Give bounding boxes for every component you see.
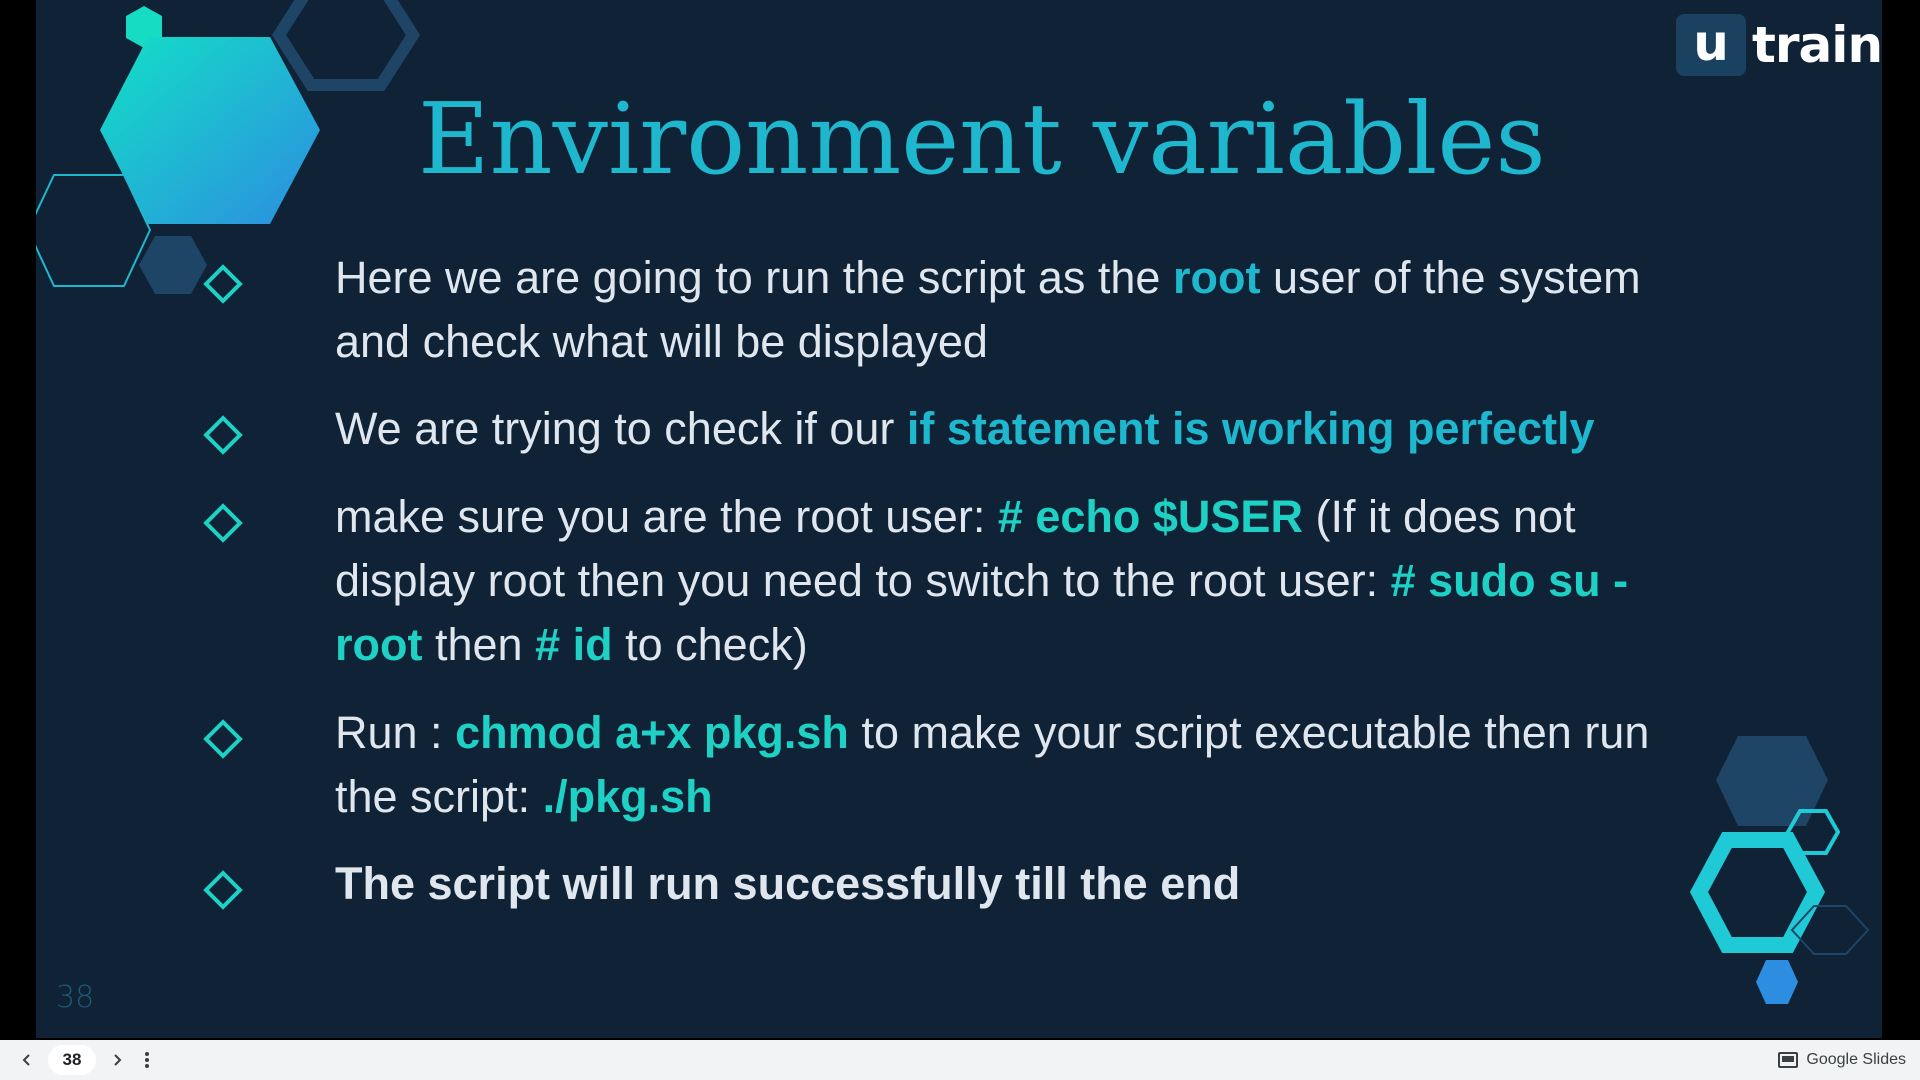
thin-navy-outline-hexagon [1790,905,1870,955]
diamond-bullet-icon [203,264,243,304]
bullet-item: Run : chmod a+x pkg.sh to make your scri… [198,701,1658,829]
slide-canvas: Environment variables u train Here we ar… [36,0,1882,1038]
bullet-item: Here we are going to run the script as t… [198,246,1658,374]
utrain-logo: u train [1676,14,1882,76]
more-vertical-icon[interactable] [132,1045,162,1075]
logo-text: train [1752,16,1882,74]
google-slides-brand[interactable]: Google Slides [1778,1040,1906,1080]
text-segment: Here we are going to run the script as t… [335,252,1173,303]
highlight-if-statement: if statement is working perfectly [906,403,1595,454]
bullet-text: Run : chmod a+x pkg.sh to make your scri… [335,701,1658,829]
text-segment: Run : [335,707,456,758]
thin-outline-hexagon [36,174,152,287]
bullet-item: The script will run successfully till th… [198,852,1658,916]
small-navy-hexagon [139,236,207,294]
outline-hexagon-top [271,0,421,91]
diamond-bullet-icon [203,870,243,910]
slides-toolbar: 38 Google Slides [0,1040,1920,1080]
command-chmod: chmod a+x pkg.sh [455,707,849,758]
current-page-indicator[interactable]: 38 [48,1045,96,1075]
command-echo-user: # echo $USER [997,491,1303,542]
bullet-text: Here we are going to run the script as t… [335,246,1658,374]
chevron-left-icon[interactable] [12,1045,42,1075]
presentation-viewer: Environment variables u train Here we ar… [0,0,1920,1040]
text-segment: We are trying to check if our [335,403,907,454]
bullet-text: We are trying to check if our if stateme… [335,397,1658,461]
brand-label: Google Slides [1806,1051,1906,1068]
slide-title: Environment variables [418,83,1546,197]
logo-letter-box: u [1676,14,1746,76]
text-segment: then [422,619,536,670]
highlight-root: root [1172,252,1261,303]
navy-hexagon-right [1716,736,1828,826]
bullet-text: make sure you are the root user: # echo … [335,485,1658,677]
diamond-bullet-icon [203,503,243,543]
diamond-bullet-icon [203,415,243,455]
slide-page-number: 38 [56,980,95,1015]
slides-icon [1778,1052,1799,1068]
bullet-item: We are trying to check if our if stateme… [198,397,1658,461]
text-segment: to check) [612,619,808,670]
command-id: # id [535,619,613,670]
teal-outline-hexagon [1689,832,1826,953]
bullet-text: The script will run successfully till th… [335,858,1241,909]
small-teal-outline-hexagon [1785,809,1841,855]
command-run-script: ./pkg.sh [542,771,713,822]
text-segment: make sure you are the root user: [335,491,998,542]
diamond-bullet-icon [203,719,243,759]
small-blue-hexagon [1756,960,1798,1004]
bullet-item: make sure you are the root user: # echo … [198,485,1658,677]
chevron-right-icon[interactable] [102,1045,132,1075]
